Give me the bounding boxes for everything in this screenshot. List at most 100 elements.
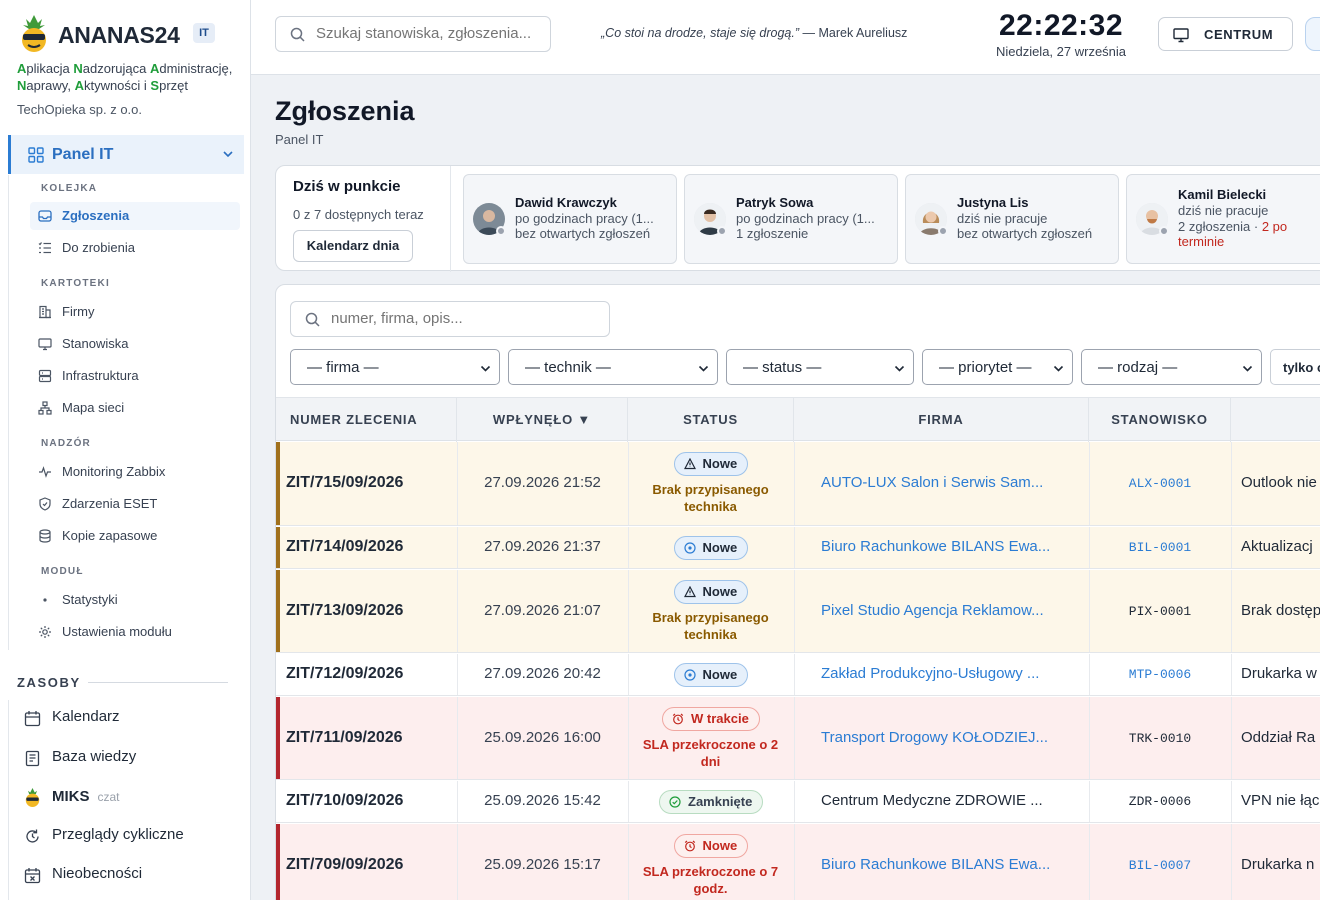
ticket-firm[interactable]: Pixel Studio Agencja Reklamow... bbox=[821, 602, 1101, 619]
ticket-number[interactable]: ZIT/713/09/2026 bbox=[286, 602, 403, 620]
cell-divider bbox=[1231, 654, 1232, 695]
ticket-description: Drukarka n bbox=[1241, 855, 1315, 873]
resource-baza-wiedzy[interactable]: Baza wiedzy bbox=[24, 743, 244, 773]
tagline-initial: N bbox=[17, 78, 27, 93]
technician-card[interactable]: Kamil Bielecki dziś nie pracuje 2 zgłosz… bbox=[1126, 174, 1320, 264]
global-search-input[interactable] bbox=[316, 25, 544, 42]
ticket-description: Outlook nie bbox=[1241, 474, 1317, 491]
table-row[interactable]: ZIT/713/09/2026 27.09.2026 21:07 Nowe Brak … bbox=[276, 570, 1320, 653]
table-row[interactable]: ZIT/714/09/2026 27.09.2026 21:37 Nowe Biuro… bbox=[276, 527, 1320, 569]
ticket-workstation[interactable]: MTP-0006 bbox=[1089, 667, 1231, 682]
nav-panel-it[interactable]: Panel IT bbox=[8, 135, 244, 174]
filter-status[interactable]: — status — bbox=[726, 349, 914, 385]
section-kartoteki: KARTOTEKI bbox=[41, 278, 110, 289]
monitor-icon bbox=[38, 338, 52, 351]
ticket-number[interactable]: ZIT/714/09/2026 bbox=[286, 538, 403, 556]
filter-technik[interactable]: — technik — bbox=[508, 349, 718, 385]
filter-rodzaj[interactable]: — rodzaj — bbox=[1081, 349, 1262, 385]
filter-only-toggle[interactable]: tylko o bbox=[1270, 349, 1320, 385]
ticket-number[interactable]: ZIT/711/09/2026 bbox=[286, 729, 403, 747]
refresh-icon bbox=[26, 829, 39, 843]
ticket-date: 27.09.2026 21:07 bbox=[484, 601, 601, 619]
ticket-search-input[interactable] bbox=[331, 310, 601, 327]
ticket-firm[interactable]: AUTO-LUX Salon i Serwis Sam... bbox=[821, 474, 1101, 491]
nav-item-zgloszenia[interactable]: Zgłoszenia bbox=[30, 202, 240, 230]
ticket-firm[interactable]: Transport Drogowy KOŁODZIEJ... bbox=[821, 729, 1101, 746]
status-note-line: technika bbox=[684, 499, 737, 514]
section-nadzor: NADZÓR bbox=[41, 438, 91, 449]
nav-item-do-zrobienia[interactable]: Do zrobienia bbox=[30, 234, 240, 262]
clock-time: 22:22:32 bbox=[998, 9, 1124, 42]
nav-item-infrastruktura[interactable]: Infrastruktura bbox=[30, 362, 240, 390]
today-available: 0 z 7 dostępnych teraz bbox=[293, 207, 424, 222]
filter-label: — priorytet — bbox=[939, 359, 1032, 376]
day-calendar-button[interactable]: Kalendarz dnia bbox=[293, 230, 413, 262]
centrum-label: CENTRUM bbox=[1204, 27, 1274, 42]
column-firma[interactable]: FIRMA bbox=[794, 398, 1089, 442]
resource-przeglady[interactable]: Przeglądy cykliczne bbox=[24, 821, 244, 851]
column-status[interactable]: STATUS bbox=[628, 398, 794, 442]
brand[interactable]: ANANAS24 IT bbox=[17, 13, 247, 53]
today-divider bbox=[450, 166, 451, 272]
filter-priorytet[interactable]: — priorytet — bbox=[922, 349, 1073, 385]
user-menu-button[interactable] bbox=[1305, 17, 1320, 51]
cell-divider bbox=[1231, 442, 1232, 525]
table-row[interactable]: ZIT/711/09/2026 25.09.2026 16:00 W trakcie… bbox=[276, 697, 1320, 780]
ticket-workstation[interactable]: BIL-0007 bbox=[1089, 858, 1231, 873]
ticket-number[interactable]: ZIT/712/09/2026 bbox=[286, 665, 403, 683]
ticket-workstation: PIX-0001 bbox=[1128, 603, 1192, 619]
ticket-workstation[interactable]: ALX-0001 bbox=[1089, 476, 1231, 491]
status-badge: Nowe bbox=[673, 833, 749, 858]
ticket-firm[interactable]: Zakład Produkcyjno-Usługowy ... bbox=[821, 665, 1101, 682]
cell-divider bbox=[794, 654, 795, 695]
table-row[interactable]: ZIT/709/09/2026 25.09.2026 15:17 Nowe SLA p… bbox=[276, 824, 1320, 900]
clock-date: Niedziela, 27 września bbox=[995, 44, 1127, 59]
nav-item-kopie[interactable]: Kopie zapasowe bbox=[30, 522, 240, 550]
nav-item-ustawienia[interactable]: Ustawienia modułu bbox=[30, 618, 240, 646]
nav-item-mapa-sieci[interactable]: Mapa sieci bbox=[30, 394, 240, 422]
technician-status: po godzinach pracy (1... bbox=[515, 211, 654, 226]
ticket-number[interactable]: ZIT/715/09/2026 bbox=[286, 474, 403, 492]
ticket-firm[interactable]: Biuro Rachunkowe BILANS Ewa... bbox=[821, 538, 1101, 555]
inbox-icon bbox=[38, 210, 52, 222]
filter-firma[interactable]: — firma — bbox=[290, 349, 500, 385]
nav-item-statystyki[interactable]: Statystyki bbox=[30, 586, 240, 614]
ticket-workstation[interactable]: BIL-0001 bbox=[1089, 540, 1231, 555]
quote-text: „Co stoi na drodze, staje się drogą.” bbox=[601, 26, 800, 40]
ticket-number[interactable]: ZIT/710/09/2026 bbox=[286, 792, 403, 810]
nav-item-monitoring[interactable]: Monitoring Zabbix bbox=[30, 458, 240, 486]
table-row[interactable]: ZIT/710/09/2026 25.09.2026 15:42 Zamknięte… bbox=[276, 781, 1320, 823]
filter-label: — technik — bbox=[525, 359, 611, 376]
status-note: SLA przekroczone o 2 dni bbox=[628, 736, 793, 770]
ticket-firm[interactable]: Biuro Rachunkowe BILANS Ewa... bbox=[821, 856, 1101, 873]
centrum-button[interactable]: CENTRUM bbox=[1158, 17, 1293, 51]
checklist-icon bbox=[38, 242, 51, 254]
cell-divider bbox=[794, 697, 795, 779]
resource-miks[interactable]: MIKS czat bbox=[24, 783, 244, 813]
status-note-line: technika bbox=[684, 626, 737, 642]
nav-item-firmy[interactable]: Firmy bbox=[30, 298, 240, 326]
nav-item-stanowiska[interactable]: Stanowiska bbox=[30, 330, 240, 358]
status-dot bbox=[496, 226, 506, 236]
alarm-clock-icon bbox=[672, 713, 684, 724]
chevron-down-icon[interactable] bbox=[222, 148, 234, 160]
technician-status: po godzinach pracy (1... bbox=[736, 211, 875, 226]
status-note-line: SLA przekroczone o 2 bbox=[642, 736, 779, 752]
resource-nieobecnosci[interactable]: Nieobecności bbox=[24, 860, 244, 890]
ticket-search[interactable] bbox=[290, 301, 610, 337]
nav-item-label: Zdarzenia ESET bbox=[62, 496, 158, 511]
resource-kalendarz[interactable]: Kalendarz bbox=[24, 703, 244, 733]
table-row[interactable]: ZIT/712/09/2026 27.09.2026 20:42 Nowe Zakła… bbox=[276, 654, 1320, 696]
global-search[interactable] bbox=[275, 16, 551, 52]
ticket-number[interactable]: ZIT/709/09/2026 bbox=[286, 856, 403, 874]
table-row[interactable]: ZIT/715/09/2026 27.09.2026 21:52 Nowe Brak … bbox=[276, 442, 1320, 526]
technician-card[interactable]: Patryk Sowa po godzinach pracy (1... 1 z… bbox=[684, 174, 898, 264]
tagline-word: plikacja bbox=[26, 61, 74, 76]
column-stanowisko[interactable]: STANOWISKO bbox=[1089, 398, 1231, 442]
column-numer[interactable]: NUMER ZLECENIA bbox=[276, 398, 457, 442]
column-wplynelo[interactable]: WPŁYNĘŁO ▼ bbox=[457, 398, 628, 442]
building-icon bbox=[39, 305, 51, 319]
technician-card[interactable]: Justyna Lis dziś nie pracuje bez otwarty… bbox=[905, 174, 1119, 264]
nav-item-eset[interactable]: Zdarzenia ESET bbox=[30, 490, 240, 518]
technician-card[interactable]: Dawid Krawczyk po godzinach pracy (1... … bbox=[463, 174, 677, 264]
